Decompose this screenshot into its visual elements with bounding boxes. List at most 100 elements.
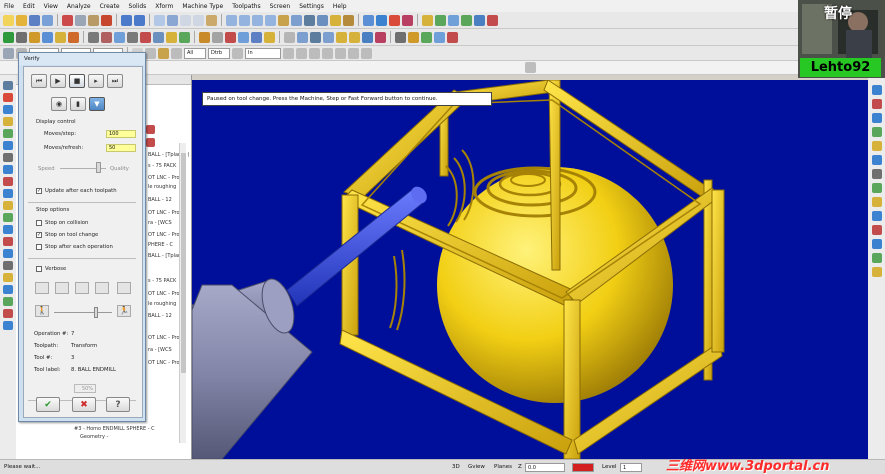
view-icon[interactable]	[871, 183, 882, 193]
multiaxis-icon[interactable]	[362, 31, 373, 43]
speed-quality-slider[interactable]	[96, 162, 101, 173]
view-icon[interactable]	[871, 113, 882, 123]
screen-fit-icon[interactable]	[154, 14, 165, 26]
extrude-icon[interactable]	[199, 31, 210, 43]
solid-display-button[interactable]: ▼	[89, 97, 105, 111]
tool-icon[interactable]	[3, 165, 13, 174]
wireframe-icon[interactable]	[304, 14, 315, 26]
side-view-icon[interactable]	[252, 14, 263, 26]
surface-icon[interactable]	[264, 31, 275, 43]
menu-xform[interactable]: Xform	[155, 3, 173, 10]
sphere-icon[interactable]	[376, 14, 387, 26]
ok-button[interactable]: ✔	[36, 397, 60, 412]
top-view-icon[interactable]	[226, 14, 237, 26]
geometry-tree-item[interactable]: Geometry -	[80, 434, 108, 440]
tool-icon[interactable]	[3, 249, 13, 258]
menu-view[interactable]: View	[44, 3, 58, 10]
holder-display-button[interactable]: ▮	[70, 97, 86, 111]
select-all-icon[interactable]	[474, 14, 485, 26]
stop-button[interactable]: ■	[69, 74, 85, 88]
dynamic-rotate-icon[interactable]	[291, 14, 302, 26]
menu-file[interactable]: File	[4, 3, 14, 10]
tools-icon[interactable]	[395, 31, 406, 43]
toolpath-tree-item[interactable]: BALL - 12	[148, 313, 172, 319]
shaded-outline-icon[interactable]	[343, 14, 354, 26]
open-folder-icon[interactable]	[16, 14, 27, 26]
tool-icon[interactable]	[3, 213, 13, 222]
tool-icon[interactable]	[3, 285, 13, 294]
view-icon[interactable]	[871, 169, 882, 179]
view-icon[interactable]	[871, 211, 882, 221]
option-button[interactable]	[117, 282, 131, 294]
surface-finish-icon[interactable]	[349, 31, 360, 43]
regen-icon[interactable]	[461, 14, 472, 26]
view-mode-3d[interactable]: 3D	[452, 464, 460, 470]
view-icon[interactable]	[871, 253, 882, 263]
toolpath-tree-item[interactable]: s - 75 PACK	[148, 163, 176, 169]
selection-filter-combo[interactable]: All	[184, 47, 206, 59]
translate-icon[interactable]	[179, 31, 190, 43]
join-icon[interactable]	[114, 31, 125, 43]
tool-icon[interactable]	[3, 237, 13, 246]
menu-create[interactable]: Create	[100, 3, 120, 10]
window-icon[interactable]	[296, 47, 307, 59]
pan-icon[interactable]	[206, 14, 217, 26]
backplot-icon[interactable]	[422, 14, 433, 26]
paste-icon[interactable]	[88, 14, 99, 26]
clear-colors-icon[interactable]	[525, 62, 536, 73]
selection-mode-combo[interactable]: Dtrb	[208, 47, 230, 59]
graphics-viewport[interactable]: Paused on tool change. Press the Machine…	[192, 80, 868, 459]
front-view-icon[interactable]	[239, 14, 250, 26]
fast-forward-button[interactable]: ⏭	[107, 74, 123, 88]
view-icon[interactable]	[871, 155, 882, 165]
toggle-icon[interactable]	[487, 14, 498, 26]
toolpath-tree-item[interactable]: ra - [WCS	[148, 220, 172, 226]
level-icon[interactable]	[434, 31, 445, 43]
stop-each-op-checkbox[interactable]	[36, 244, 42, 250]
solid-select-icon[interactable]	[348, 47, 359, 59]
sim-speed-slider[interactable]	[94, 307, 98, 318]
toolpath-tree-item[interactable]: ra - [WCS	[148, 347, 172, 353]
group-icon[interactable]	[361, 47, 372, 59]
print-icon[interactable]	[42, 14, 53, 26]
filter-icon[interactable]	[283, 47, 294, 59]
break-icon[interactable]	[101, 31, 112, 43]
view-icon[interactable]	[871, 197, 882, 207]
option-button[interactable]	[35, 282, 49, 294]
zoom-in-icon[interactable]	[180, 14, 191, 26]
view-icon[interactable]	[871, 239, 882, 249]
fillet-icon[interactable]	[42, 31, 53, 43]
stop-tool-change-checkbox[interactable]: ✓	[36, 232, 42, 238]
help-button[interactable]: ?	[106, 397, 130, 412]
menu-toolpaths[interactable]: Toolpaths	[232, 3, 260, 10]
run-fast-button[interactable]: 🏃	[117, 305, 131, 317]
toolpath-scrollbar[interactable]	[179, 143, 186, 443]
view-icon[interactable]	[871, 141, 882, 151]
new-file-icon[interactable]	[3, 14, 14, 26]
tool-icon[interactable]	[3, 153, 13, 162]
zoom-out-icon[interactable]	[193, 14, 204, 26]
update-after-checkbox[interactable]: ✓	[36, 188, 42, 194]
z-depth-field[interactable]: 0.0	[525, 463, 565, 472]
toolpath-delete-icon[interactable]	[146, 125, 155, 134]
toolpath-tree-item[interactable]: #3 - Homo ENDMILL SPHERE - C	[74, 426, 155, 432]
loft-icon[interactable]	[225, 31, 236, 43]
pocket-toolpath-icon[interactable]	[310, 31, 321, 43]
view-icon[interactable]	[871, 99, 882, 109]
cut-icon[interactable]	[62, 14, 73, 26]
rewind-button[interactable]: ⏮	[31, 74, 47, 88]
select-icon[interactable]	[145, 47, 156, 59]
step-button[interactable]: ▸	[88, 74, 104, 88]
toolpath-verify-icon[interactable]	[146, 138, 155, 147]
menu-machine-type[interactable]: Machine Type	[182, 3, 223, 10]
revolve-icon[interactable]	[212, 31, 223, 43]
verify-select-icon[interactable]	[232, 47, 243, 59]
lock-icon[interactable]	[158, 47, 169, 59]
tool-icon[interactable]	[3, 201, 13, 210]
line-icon[interactable]	[16, 31, 27, 43]
redo-icon[interactable]	[134, 14, 145, 26]
tool-icon[interactable]	[3, 189, 13, 198]
tool-icon[interactable]	[3, 261, 13, 270]
mirror-icon[interactable]	[140, 31, 151, 43]
toolpath-tree-item[interactable]: le roughing	[148, 301, 176, 307]
